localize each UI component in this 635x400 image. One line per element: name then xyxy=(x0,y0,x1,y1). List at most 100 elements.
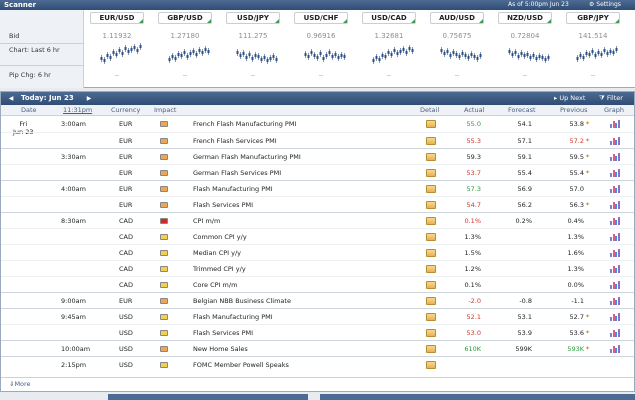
event-name[interactable]: FOMC Member Powell Speaks xyxy=(193,357,289,373)
graph-icon[interactable] xyxy=(610,137,620,145)
column-forecast: Forecast xyxy=(508,106,536,114)
calendar-row[interactable]: 4:00am EUR Flash Manufacturing PMI 57.3 56.9… xyxy=(1,180,634,196)
graph-icon[interactable] xyxy=(610,185,620,193)
detail-folder-icon[interactable] xyxy=(426,249,436,257)
event-name[interactable]: Flash Services PMI xyxy=(193,197,253,213)
event-name[interactable]: French Flash Services PMI xyxy=(193,133,277,149)
today-label[interactable]: Today: Jun 23 xyxy=(21,92,74,105)
event-name[interactable]: Median CPI y/y xyxy=(193,245,241,261)
candle-body xyxy=(597,51,600,54)
graph-icon[interactable] xyxy=(610,297,620,305)
filter-button[interactable]: ⧩ Filter xyxy=(599,92,623,105)
graph-icon[interactable] xyxy=(610,265,620,273)
calendar-row[interactable]: 3:30am EUR German Flash Manufacturing PMI 5… xyxy=(1,148,634,164)
graph-icon[interactable] xyxy=(610,217,620,225)
graph-icon[interactable] xyxy=(610,201,620,209)
pair-pip-change: -- xyxy=(182,72,188,79)
graph-icon[interactable] xyxy=(610,313,620,321)
graph-icon[interactable] xyxy=(610,329,620,337)
graph-icon[interactable] xyxy=(610,345,620,353)
calendar-row[interactable]: CAD Common CPI y/y 1.3% 1.3% xyxy=(1,228,634,244)
detail-folder-icon[interactable] xyxy=(426,120,436,128)
detail-folder-icon[interactable] xyxy=(426,169,436,177)
graph-icon[interactable] xyxy=(610,233,620,241)
scanner-row-labels: Bid Chart: Last 6 hr Pip Chg: 6 hr xyxy=(0,10,84,88)
detail-folder-icon[interactable] xyxy=(426,233,436,241)
detail-folder-icon[interactable] xyxy=(426,297,436,305)
detail-folder-icon[interactable] xyxy=(426,201,436,209)
candle-body xyxy=(615,48,618,51)
pair-tab[interactable]: GBP/USD xyxy=(158,12,212,24)
candle-body xyxy=(272,55,275,58)
pair-bid: 1.11932 xyxy=(102,32,132,40)
detail-folder-icon[interactable] xyxy=(426,137,436,145)
revision-flag-icon: ✦ xyxy=(585,201,591,208)
event-actual: 1.2% xyxy=(464,265,481,273)
next-day-arrow-icon[interactable]: ▶ xyxy=(83,92,95,105)
pair-tab[interactable]: USD/CAD xyxy=(362,12,416,24)
candle-body xyxy=(168,58,171,61)
graph-icon[interactable] xyxy=(610,169,620,177)
candle-body xyxy=(387,51,390,54)
calendar-row[interactable]: CAD Core CPI m/m 0.1% 0.0% xyxy=(1,276,634,292)
event-name[interactable]: CPI m/m xyxy=(193,213,220,229)
detail-folder-icon[interactable] xyxy=(426,281,436,289)
calendar-row[interactable]: EUR Flash Services PMI 54.7 56.2 56.3 ✦ xyxy=(1,196,634,212)
calendar-row[interactable]: 3:00am EUR French Flash Manufacturing PMI 5… xyxy=(1,116,634,132)
pair-tab[interactable]: EUR/USD xyxy=(90,12,144,24)
event-name[interactable]: Flash Services PMI xyxy=(193,325,253,341)
prev-day-arrow-icon[interactable]: ◀ xyxy=(5,92,17,105)
detail-folder-icon[interactable] xyxy=(426,185,436,193)
calendar-row[interactable]: 8:30am CAD CPI m/m 0.1% 0.2% 0.4% xyxy=(1,212,634,228)
calendar-row[interactable]: EUR German Flash Services PMI 53.7 55.4 55.4… xyxy=(1,164,634,180)
more-link[interactable]: ⇓More xyxy=(9,380,31,388)
event-forecast: 56.2 xyxy=(517,201,532,209)
impact-icon xyxy=(160,234,168,240)
calendar-row[interactable]: USD Flash Services PMI 53.0 53.9 53.6 ✦ xyxy=(1,324,634,340)
event-currency: EUR xyxy=(119,169,133,177)
up-next-button[interactable]: ▸ Up Next xyxy=(554,92,585,105)
calendar-row[interactable]: 9:00am EUR Belgian NBB Business Climate -2.… xyxy=(1,292,634,308)
detail-folder-icon[interactable] xyxy=(426,153,436,161)
event-forecast: -0.8 xyxy=(519,297,532,305)
event-name[interactable]: German Flash Manufacturing PMI xyxy=(193,149,301,165)
event-name[interactable]: Belgian NBB Business Climate xyxy=(193,293,291,309)
event-name[interactable]: New Home Sales xyxy=(193,341,248,357)
calendar-row[interactable]: CAD Trimmed CPI y/y 1.2% 1.3% xyxy=(1,260,634,276)
calendar-row[interactable]: 9:45am USD Flash Manufacturing PMI 52.1 53.1… xyxy=(1,308,634,324)
event-name[interactable]: Trimmed CPI y/y xyxy=(193,261,246,277)
detail-folder-icon[interactable] xyxy=(426,329,436,337)
calendar-row[interactable]: EUR French Flash Services PMI 55.3 57.1 57.2… xyxy=(1,132,634,148)
pair-candlestick-chart xyxy=(576,46,618,62)
event-actual: 55.0 xyxy=(466,120,481,128)
detail-folder-icon[interactable] xyxy=(426,313,436,321)
event-name[interactable]: Flash Manufacturing PMI xyxy=(193,181,273,197)
event-previous: 0.0% xyxy=(567,281,584,289)
candle-body xyxy=(340,54,343,57)
event-name[interactable]: Common CPI y/y xyxy=(193,229,247,245)
calendar-row[interactable]: 10:00am USD New Home Sales 610K 599K 593K ✦ xyxy=(1,340,634,356)
candle-body xyxy=(251,57,254,60)
detail-folder-icon[interactable] xyxy=(426,217,436,225)
calendar-row[interactable]: 2:15pm USD FOMC Member Powell Speaks xyxy=(1,356,634,372)
detail-folder-icon[interactable] xyxy=(426,345,436,353)
graph-icon[interactable] xyxy=(610,120,620,128)
pair-tab[interactable]: NZD/USD xyxy=(498,12,552,24)
calendar-row[interactable]: CAD Median CPI y/y 1.5% 1.6% xyxy=(1,244,634,260)
scanner-settings-button[interactable]: ⚙ Settings xyxy=(589,0,621,10)
detail-folder-icon[interactable] xyxy=(426,265,436,273)
graph-icon[interactable] xyxy=(610,153,620,161)
event-name[interactable]: Core CPI m/m xyxy=(193,277,237,293)
column-time[interactable]: 11:31pm xyxy=(63,105,92,116)
event-name[interactable]: Flash Manufacturing PMI xyxy=(193,309,273,325)
pair-tab[interactable]: AUD/USD xyxy=(430,12,484,24)
pair-tab[interactable]: GBP/JPY xyxy=(566,12,620,24)
pair-tab[interactable]: USD/CHF xyxy=(294,12,348,24)
event-name[interactable]: German Flash Services PMI xyxy=(193,165,281,181)
detail-folder-icon[interactable] xyxy=(426,361,436,369)
graph-icon[interactable] xyxy=(610,249,620,257)
event-currency: USD xyxy=(119,313,133,321)
event-name[interactable]: French Flash Manufacturing PMI xyxy=(193,116,296,132)
graph-icon[interactable] xyxy=(610,281,620,289)
pair-tab[interactable]: USD/JPY xyxy=(226,12,280,24)
